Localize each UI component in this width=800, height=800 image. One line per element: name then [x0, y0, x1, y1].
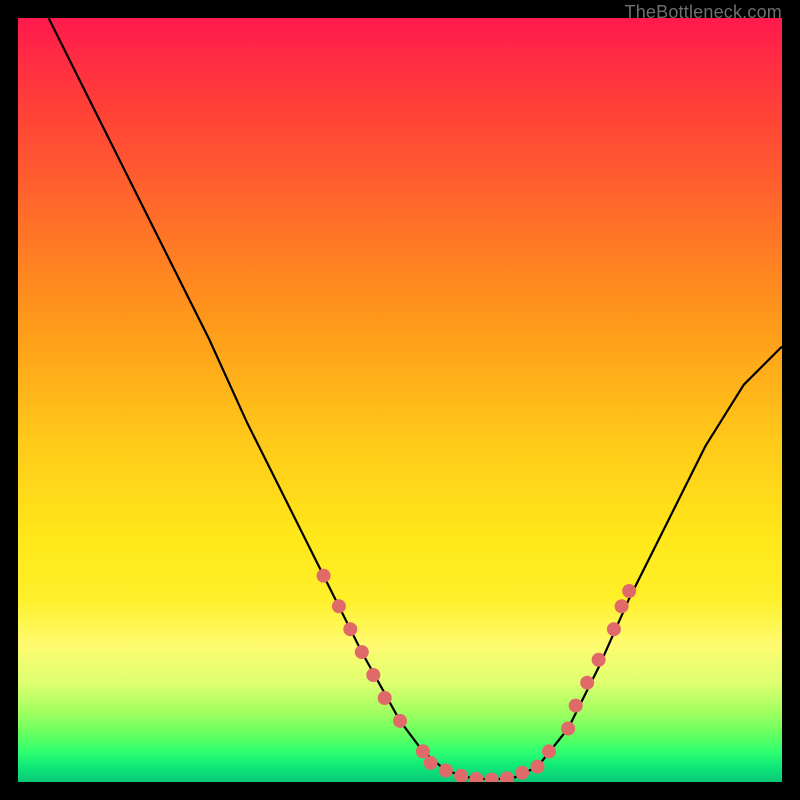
highlight-point	[439, 764, 453, 778]
highlight-point	[515, 766, 529, 780]
highlight-point	[469, 772, 483, 782]
curve-layer	[49, 18, 782, 780]
bottleneck-curve	[49, 18, 782, 780]
highlight-point	[622, 584, 636, 598]
highlight-point	[393, 714, 407, 728]
highlight-point	[615, 599, 629, 613]
highlight-point	[531, 760, 545, 774]
highlight-point	[569, 699, 583, 713]
highlight-point	[454, 769, 468, 782]
highlight-point	[317, 569, 331, 583]
highlight-point	[561, 722, 575, 736]
highlight-point	[366, 668, 380, 682]
highlight-point	[416, 744, 430, 758]
highlight-point	[592, 653, 606, 667]
highlight-point	[500, 771, 514, 782]
plot-area	[18, 18, 782, 782]
highlight-point	[378, 691, 392, 705]
highlight-point	[580, 676, 594, 690]
highlight-point	[424, 756, 438, 770]
highlight-point	[607, 622, 621, 636]
highlight-point	[355, 645, 369, 659]
highlight-point	[343, 622, 357, 636]
chart-svg	[18, 18, 782, 782]
highlight-markers	[317, 569, 637, 782]
highlight-point	[332, 599, 346, 613]
highlight-point	[485, 773, 499, 782]
chart-frame: TheBottleneck.com	[18, 18, 782, 782]
highlight-point	[542, 744, 556, 758]
